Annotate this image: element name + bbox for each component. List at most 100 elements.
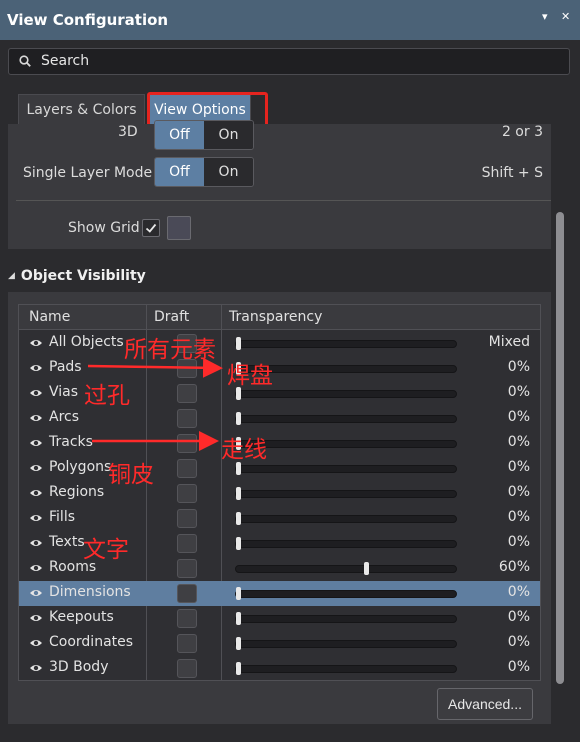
transparency-slider[interactable] — [235, 440, 457, 448]
row-name: Texts — [49, 534, 85, 550]
eye-icon[interactable] — [29, 388, 43, 398]
eye-icon[interactable] — [29, 338, 43, 348]
row-transparency: 0% — [507, 534, 530, 550]
row-name: Pads — [49, 359, 82, 375]
slider-handle[interactable] — [236, 487, 241, 500]
section-header-object-visibility[interactable]: ◢ Object Visibility — [8, 268, 146, 284]
search-placeholder: Search — [41, 53, 90, 69]
scrollbar-thumb[interactable] — [556, 212, 564, 684]
table-row[interactable]: 3D Body 0% — [19, 656, 540, 681]
search-input[interactable]: Search — [8, 48, 570, 75]
draft-checkbox[interactable] — [177, 584, 197, 603]
row-transparency: 0% — [507, 584, 530, 600]
table-row[interactable]: Coordinates 0% — [19, 631, 540, 656]
toggle-3d-off[interactable]: Off — [155, 121, 204, 149]
transparency-slider[interactable] — [235, 490, 457, 498]
eye-icon[interactable] — [29, 638, 43, 648]
toggle-3d-on[interactable]: On — [204, 121, 253, 149]
transparency-slider[interactable] — [235, 590, 457, 598]
grid-color-swatch[interactable] — [167, 216, 191, 240]
show-grid-checkbox[interactable] — [142, 219, 160, 237]
draft-checkbox[interactable] — [177, 484, 197, 503]
row-name: Tracks — [49, 434, 93, 450]
slider-handle[interactable] — [364, 562, 370, 575]
row-transparency: 0% — [507, 434, 530, 450]
close-icon[interactable]: ✕ — [561, 10, 570, 23]
draft-checkbox[interactable] — [177, 434, 197, 453]
table-row[interactable]: All Objects Mixed — [19, 331, 540, 356]
table-row[interactable]: Keepouts 0% — [19, 606, 540, 631]
table-row[interactable]: Fills 0% — [19, 506, 540, 531]
slider-handle[interactable] — [236, 512, 241, 525]
collapse-triangle-icon[interactable]: ◢ — [8, 271, 15, 281]
eye-icon[interactable] — [29, 463, 43, 473]
table-row[interactable]: Polygons 0% — [19, 456, 540, 481]
eye-icon[interactable] — [29, 588, 43, 598]
view-options-panel: 3D Off On 2 or 3 Single Layer Mode Off O… — [8, 120, 551, 249]
eye-icon[interactable] — [29, 663, 43, 673]
row-transparency: 0% — [507, 634, 530, 650]
column-header-name[interactable]: Name — [29, 309, 70, 325]
draft-checkbox[interactable] — [177, 634, 197, 653]
eye-icon[interactable] — [29, 363, 43, 373]
column-header-draft[interactable]: Draft — [154, 309, 189, 325]
transparency-slider[interactable] — [235, 340, 457, 348]
annotation-texts: 文字 — [83, 537, 129, 563]
transparency-slider[interactable] — [235, 665, 457, 673]
transparency-slider[interactable] — [235, 565, 457, 573]
draft-checkbox[interactable] — [177, 559, 197, 578]
draft-checkbox[interactable] — [177, 659, 197, 678]
toggle-single-layer-off[interactable]: Off — [155, 158, 204, 186]
toggle-3d: Off On — [154, 120, 254, 150]
toggle-single-layer: Off On — [154, 157, 254, 187]
eye-icon[interactable] — [29, 438, 43, 448]
slider-handle[interactable] — [236, 637, 241, 650]
row-transparency: 0% — [507, 359, 530, 375]
transparency-slider[interactable] — [235, 465, 457, 473]
row-transparency: 0% — [507, 384, 530, 400]
row-name: Arcs — [49, 409, 80, 425]
transparency-slider[interactable] — [235, 515, 457, 523]
search-icon — [19, 55, 31, 67]
shortcut-single-layer: Shift + S — [481, 165, 543, 181]
slider-handle[interactable] — [236, 587, 241, 600]
option-row-single-layer: Single Layer Mode Off On Shift + S — [8, 157, 551, 187]
table-row[interactable]: Dimensions 0% — [19, 581, 540, 606]
slider-handle[interactable] — [236, 537, 241, 550]
advanced-button[interactable]: Advanced... — [437, 688, 533, 720]
table-row[interactable]: Regions 0% — [19, 481, 540, 506]
transparency-slider[interactable] — [235, 640, 457, 648]
transparency-slider[interactable] — [235, 390, 457, 398]
transparency-slider[interactable] — [235, 615, 457, 623]
column-header-transparency[interactable]: Transparency — [229, 309, 322, 325]
slider-handle[interactable] — [236, 337, 241, 350]
slider-handle[interactable] — [236, 662, 241, 675]
draft-checkbox[interactable] — [177, 459, 197, 478]
transparency-slider[interactable] — [235, 415, 457, 423]
eye-icon[interactable] — [29, 563, 43, 573]
table-row[interactable]: Tracks 0% — [19, 431, 540, 456]
eye-icon[interactable] — [29, 513, 43, 523]
draft-checkbox[interactable] — [177, 509, 197, 528]
slider-handle[interactable] — [236, 412, 241, 425]
transparency-slider[interactable] — [235, 540, 457, 548]
toggle-single-layer-on[interactable]: On — [204, 158, 253, 186]
row-transparency: 60% — [498, 559, 530, 575]
row-transparency: 0% — [507, 409, 530, 425]
title-bar: View Configuration ▾ ✕ — [0, 0, 580, 40]
eye-icon[interactable] — [29, 488, 43, 498]
draft-checkbox[interactable] — [177, 534, 197, 553]
option-label-show-grid: Show Grid — [68, 220, 140, 236]
eye-icon[interactable] — [29, 413, 43, 423]
row-name: Polygons — [49, 459, 112, 475]
eye-icon[interactable] — [29, 613, 43, 623]
slider-handle[interactable] — [236, 612, 241, 625]
row-transparency: 0% — [507, 484, 530, 500]
eye-icon[interactable] — [29, 538, 43, 548]
draft-checkbox[interactable] — [177, 384, 197, 403]
row-name: Regions — [49, 484, 105, 500]
draft-checkbox[interactable] — [177, 609, 197, 628]
panel-menu-icon[interactable]: ▾ — [542, 10, 548, 23]
row-name: Keepouts — [49, 609, 114, 625]
draft-checkbox[interactable] — [177, 409, 197, 428]
